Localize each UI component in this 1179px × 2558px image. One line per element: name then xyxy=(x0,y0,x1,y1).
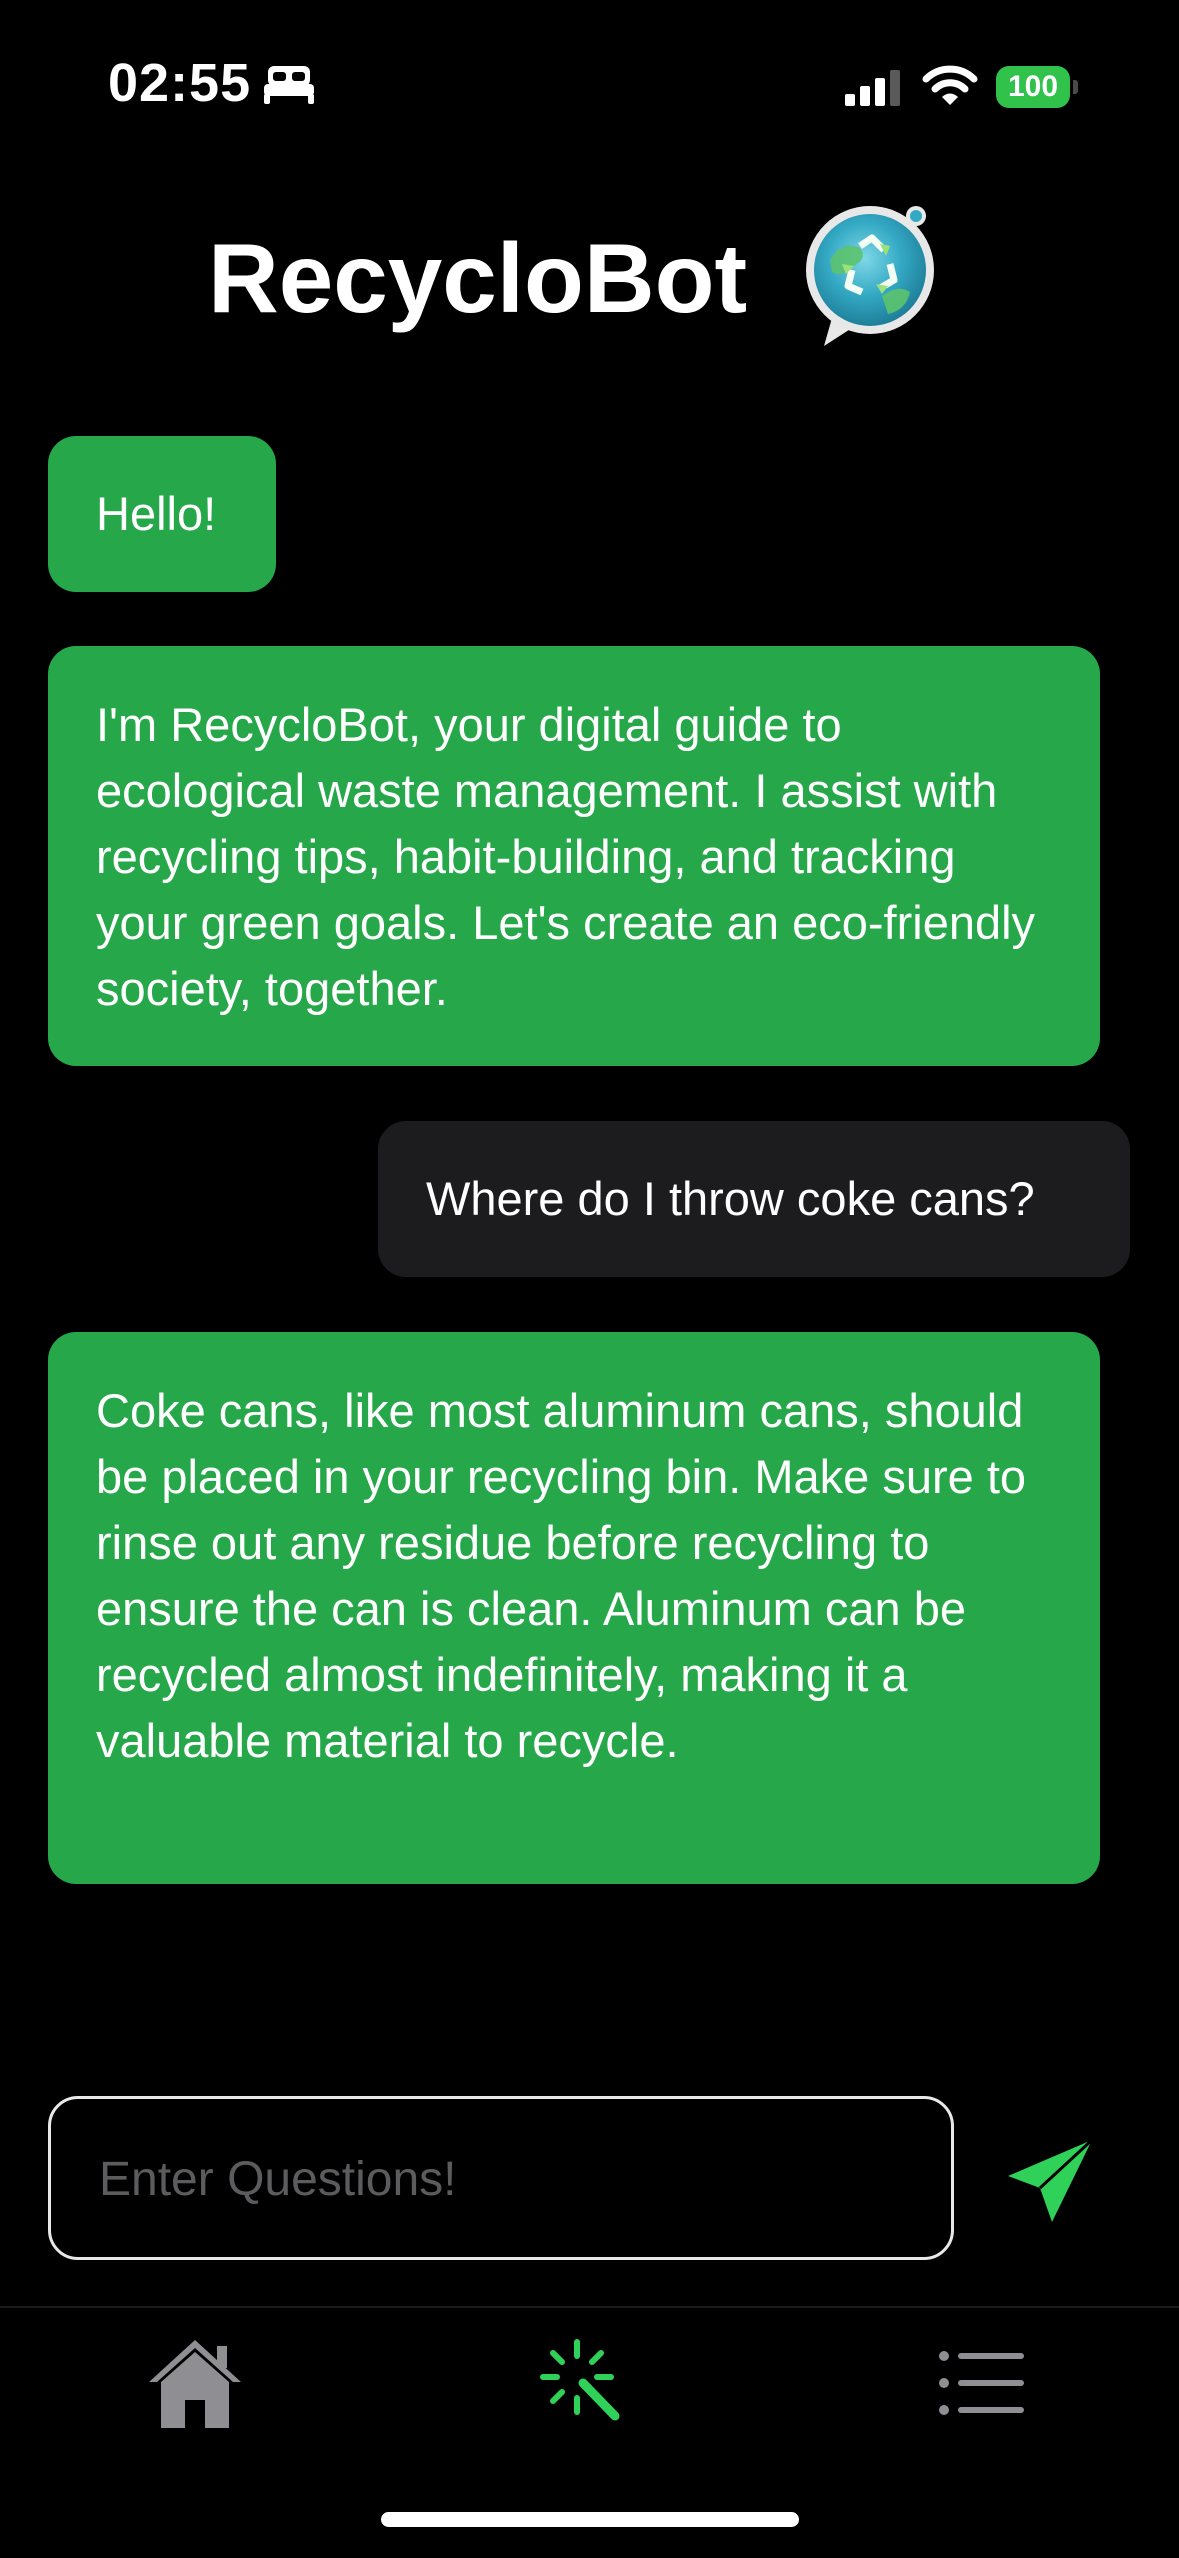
wifi-icon xyxy=(922,65,978,105)
bot-message: Hello! xyxy=(48,436,276,592)
magic-wand-icon[interactable] xyxy=(527,2328,647,2438)
recycle-chat-logo-icon xyxy=(806,206,934,346)
bed-icon xyxy=(264,66,314,104)
bot-message: Coke cans, like most aluminum cans, shou… xyxy=(48,1332,1100,1884)
cellular-signal-icon xyxy=(845,70,900,106)
question-input[interactable] xyxy=(97,2099,921,2259)
question-input-container xyxy=(48,2096,954,2260)
home-icon[interactable] xyxy=(135,2328,255,2438)
app-title: RecycloBot xyxy=(208,223,748,333)
home-indicator[interactable] xyxy=(381,2512,799,2527)
list-icon[interactable] xyxy=(922,2328,1042,2438)
battery-level: 100 xyxy=(996,66,1070,108)
battery-cap xyxy=(1073,80,1078,94)
status-time: 02:55 xyxy=(108,53,252,113)
status-bar: 02:55 100 xyxy=(0,0,1179,150)
battery-indicator: 100 xyxy=(996,66,1078,108)
user-message: Where do I throw coke cans? xyxy=(378,1121,1130,1277)
paper-plane-send-icon[interactable] xyxy=(1000,2130,1100,2230)
bot-message: I'm RecycloBot, your digital guide to ec… xyxy=(48,646,1100,1066)
